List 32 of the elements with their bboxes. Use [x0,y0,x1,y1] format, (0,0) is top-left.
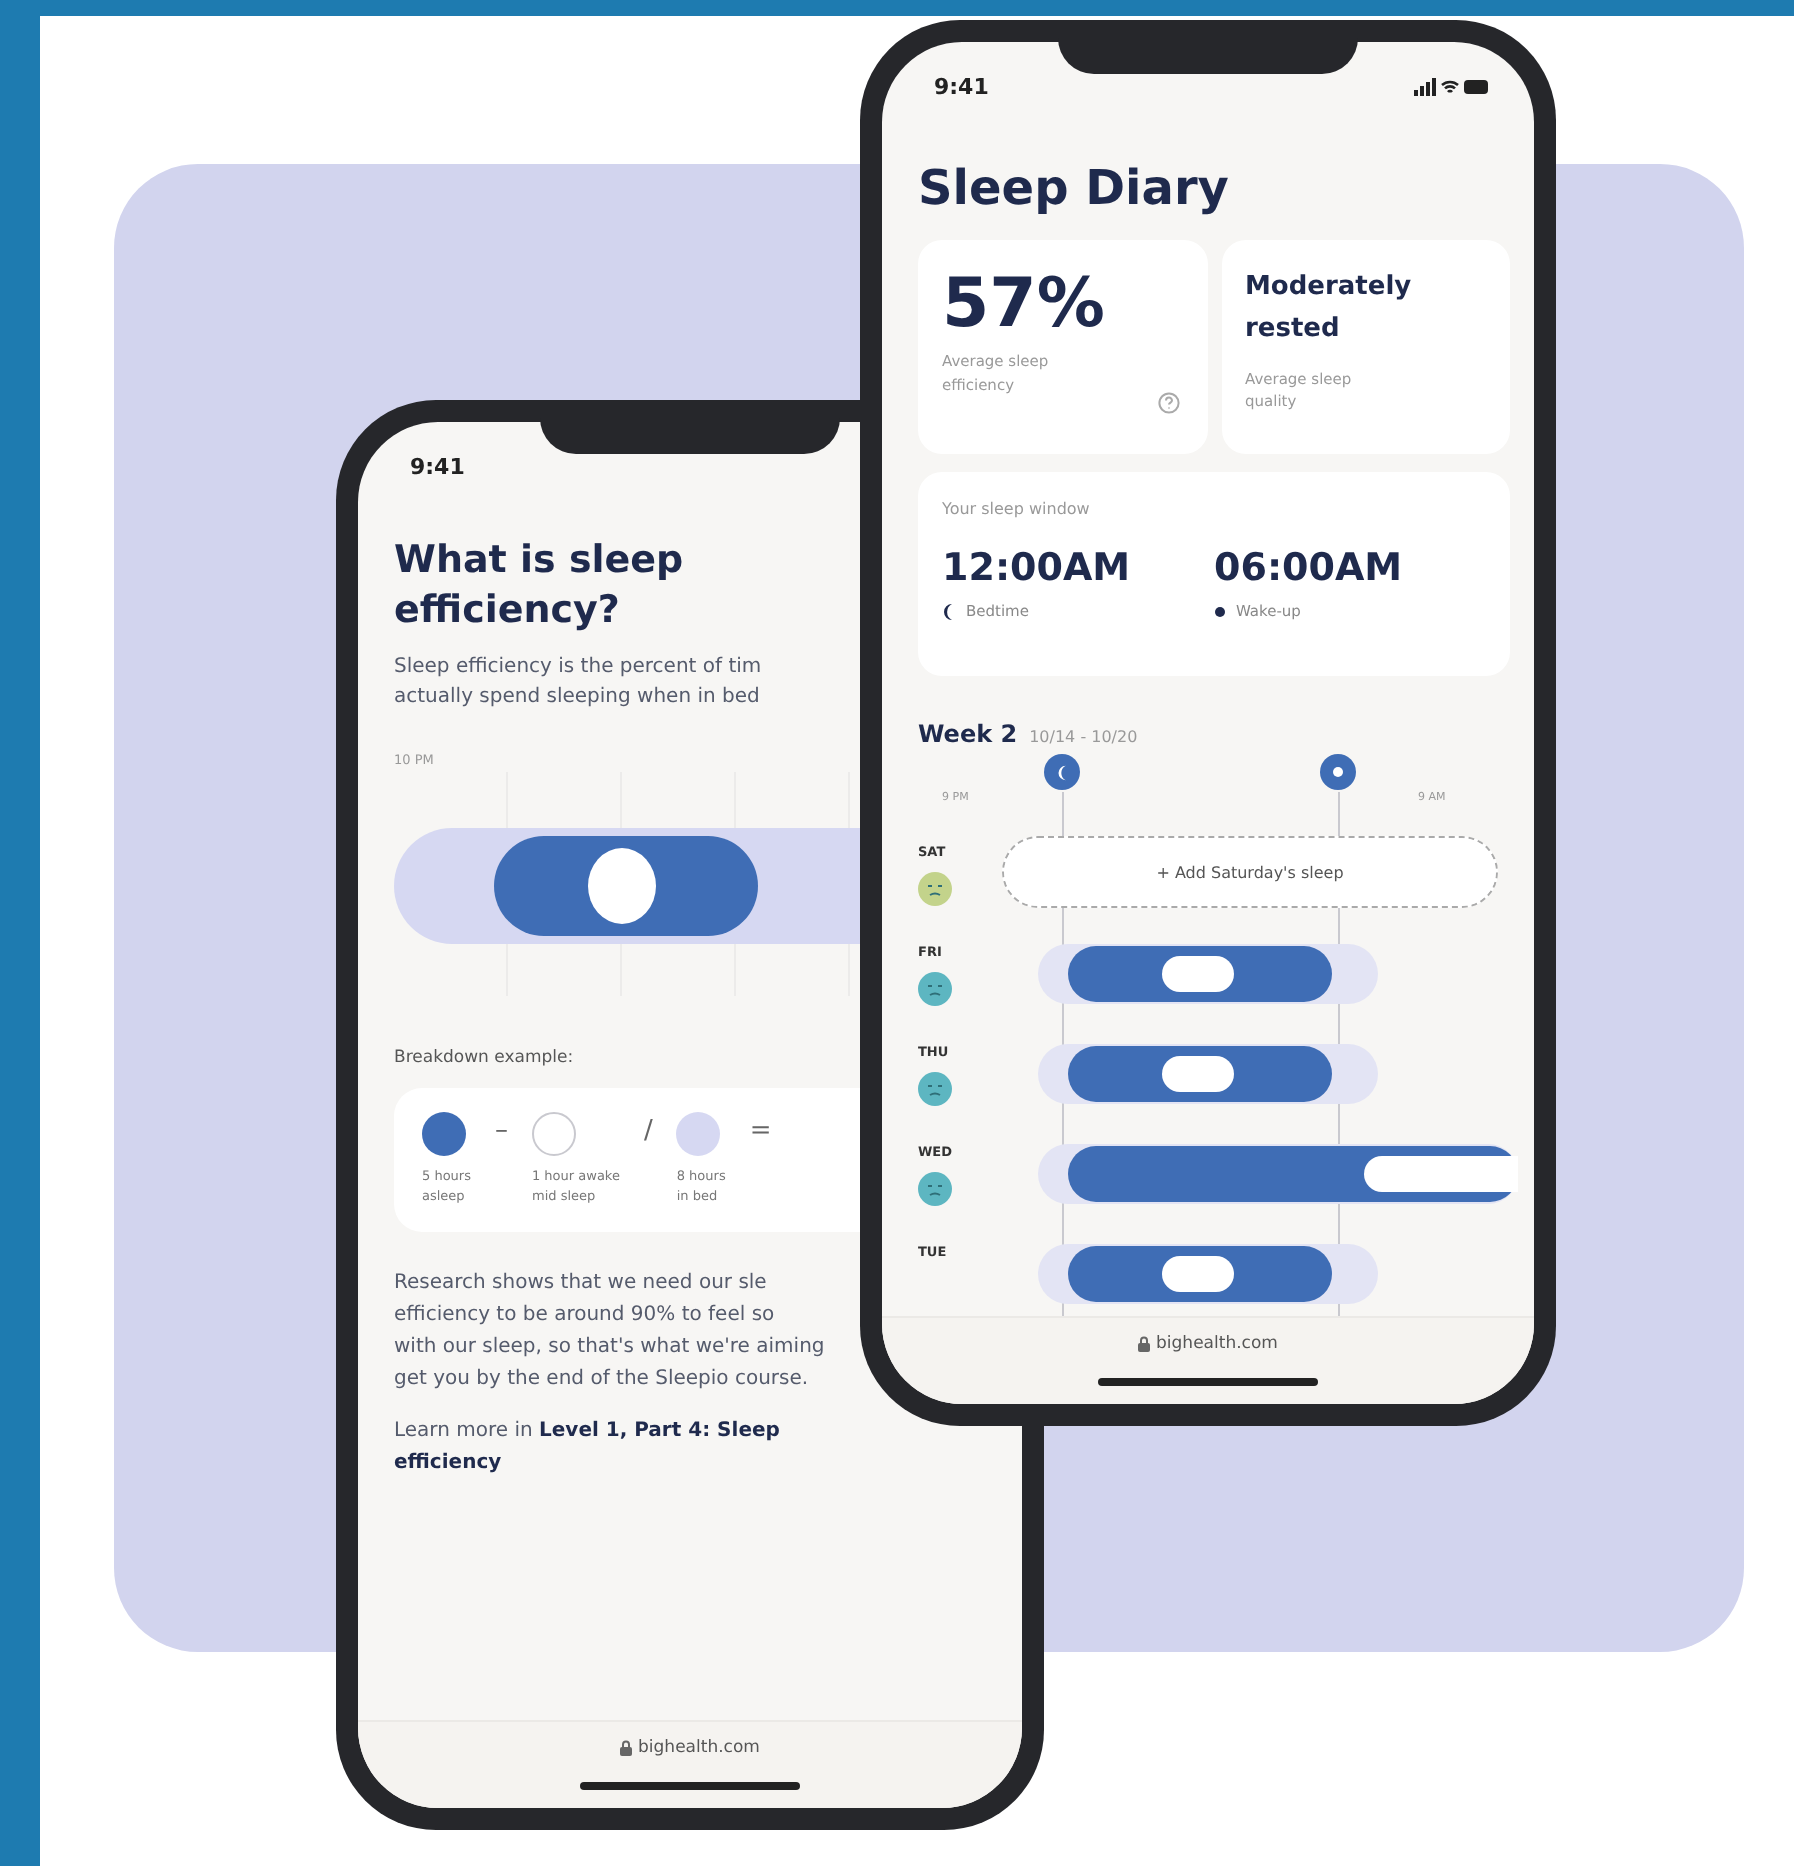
legend-dot [531,1112,576,1157]
lock-icon [1138,1336,1151,1352]
status-icons [1414,77,1490,95]
status-time: 9:41 [410,453,465,479]
lock-icon [620,1740,633,1756]
stat-value: Moderately rested [1245,270,1412,348]
breakdown-label: Breakdown example: [394,1048,574,1069]
operator-symbol: – [494,1116,508,1147]
date-range: 10/14 - 10/20 [1029,728,1138,746]
status-time: 9:41 [934,73,989,99]
url-text[interactable]: bighealth.com [638,1738,760,1758]
learn-more-text: Learn more in Level 1, Part 4: Sleep efficiency [394,1417,782,1478]
intro-text: Sleep efficiency is the percent of tim actually spend sleeping when in bed [394,654,762,712]
help-icon[interactable] [1157,392,1179,414]
operator-symbol: / [643,1116,653,1147]
stat-value: 57% [942,268,1105,343]
sun-icon[interactable] [1320,754,1356,790]
research-text: Research shows that we need our sle efficiency to be around 90% to feel so with our sleep, so that's what we're aiming get you by the end of the Sleepio course. [394,1269,825,1394]
week-title: Week 2 [918,720,1018,748]
add-sleep-button[interactable]: + Add Saturday's sleep [1002,836,1498,908]
sun-icon [1214,605,1226,617]
screen-title: What is sleep efficiency? [394,536,684,635]
time-value: 06:00AM [1214,546,1403,590]
card-label: Your sleep window [942,500,1090,518]
moon-icon [942,603,956,619]
moon-icon[interactable] [1044,754,1080,790]
url-text[interactable]: bighealth.com [1156,1334,1278,1354]
time-value: 12:00AM [942,546,1131,590]
operator-symbol: = [749,1116,772,1147]
legend-dot [422,1112,466,1157]
legend-dot [676,1112,721,1157]
screen-title: Sleep Diary [918,160,1229,216]
